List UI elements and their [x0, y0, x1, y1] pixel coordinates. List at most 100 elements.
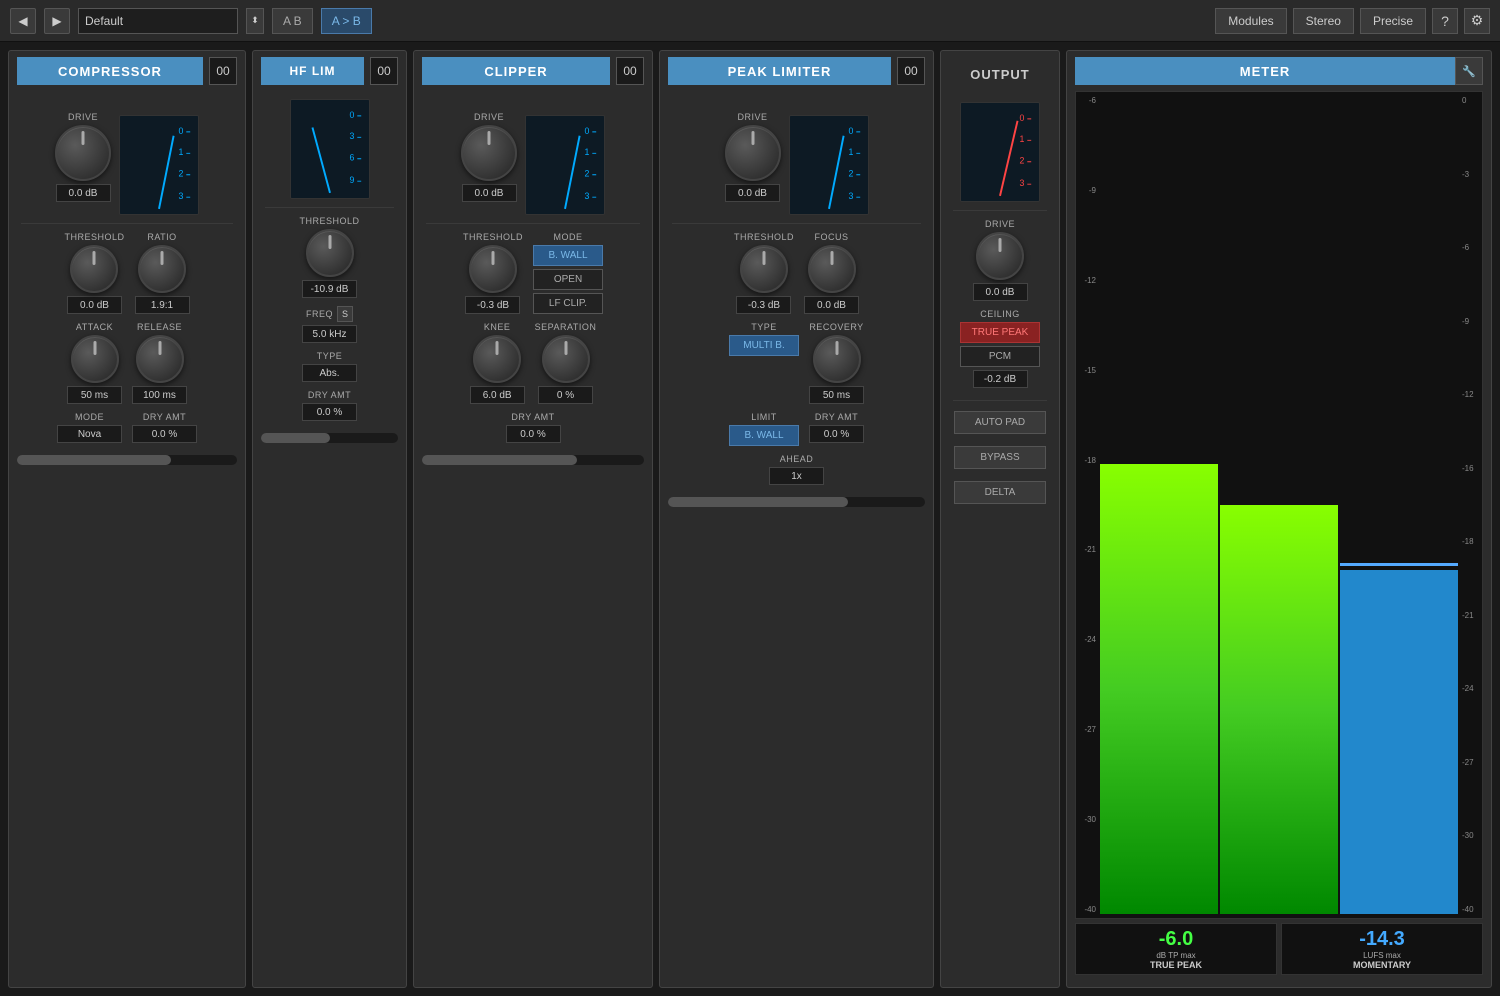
compressor-ratio-label: RATIO — [147, 232, 176, 242]
preset-input[interactable] — [78, 8, 238, 34]
compressor-title[interactable]: COMPRESSOR — [17, 57, 203, 85]
main-area: COMPRESSOR 00 DRIVE 0.0 dB 0 1 — [0, 42, 1500, 996]
precise-button[interactable]: Precise — [1360, 8, 1426, 34]
forward-button[interactable]: ▶ — [44, 8, 70, 34]
output-vu-display: 0 1 2 3 — [960, 102, 1040, 202]
compressor-drive-group: DRIVE 0.0 dB — [55, 112, 111, 202]
output-bypass-btn[interactable]: BYPASS — [954, 446, 1046, 469]
output-pcm-btn[interactable]: PCM — [960, 346, 1040, 367]
ab-button[interactable]: A B — [272, 8, 313, 34]
peaklimiter-multib-btn[interactable]: MULTI B. — [729, 335, 799, 356]
peaklimiter-title[interactable]: PEAK LIMITER — [668, 57, 891, 85]
clipper-bwall-btn[interactable]: B. WALL — [533, 245, 603, 266]
peaklimiter-num: 00 — [897, 57, 925, 85]
compressor-mode-label: MODE — [75, 412, 104, 422]
meter-truepeak-value: -6.0 — [1080, 928, 1272, 951]
peaklimiter-scrollbar[interactable] — [668, 497, 925, 507]
peaklimiter-type-label: TYPE — [751, 322, 777, 332]
svg-text:2: 2 — [178, 169, 183, 179]
meter-display: -6 -9 -12 -15 -18 -21 -24 -27 -30 -40 — [1075, 91, 1483, 919]
clipper-threshold-label: THRESHOLD — [463, 232, 523, 242]
clipper-sep-knob[interactable] — [542, 335, 590, 383]
clipper-title[interactable]: CLIPPER — [422, 57, 610, 85]
compressor-attack-knob[interactable] — [71, 335, 119, 383]
svg-text:2: 2 — [848, 169, 853, 179]
clipper-module: CLIPPER 00 DRIVE 0.0 dB 0 1 2 3 — [413, 50, 653, 988]
compressor-dryamt-group: DRY AMT 0.0 % — [132, 412, 197, 443]
hflim-dryamt-label: DRY AMT — [308, 390, 351, 400]
peaklimiter-threshold-value: -0.3 dB — [736, 296, 791, 314]
help-button[interactable]: ? — [1432, 8, 1458, 34]
svg-text:3: 3 — [584, 191, 589, 201]
output-ceiling-value: -0.2 dB — [973, 370, 1028, 388]
clipper-open-btn[interactable]: OPEN — [533, 269, 603, 290]
compressor-threshold-knob[interactable] — [70, 245, 118, 293]
preset-arrows[interactable]: ⬍ — [246, 8, 264, 34]
output-truepeak-btn[interactable]: TRUE PEAK — [960, 322, 1040, 343]
modules-button[interactable]: Modules — [1215, 8, 1286, 34]
svg-text:1: 1 — [178, 147, 183, 157]
settings-button[interactable]: ⚙ — [1464, 8, 1490, 34]
peaklimiter-vu-display: 0 1 2 3 — [789, 115, 869, 215]
clipper-dryamt-value: 0.0 % — [506, 425, 561, 443]
output-autopad-btn[interactable]: AUTO PAD — [954, 411, 1046, 434]
hflim-vu-display: 0 3 6 9 — [290, 99, 370, 199]
hflim-scrollbar[interactable] — [261, 433, 398, 443]
hflim-s-button[interactable]: S — [337, 306, 353, 322]
clipper-vu-display: 0 1 2 3 — [525, 115, 605, 215]
meter-wrench-btn[interactable]: 🔧 — [1455, 57, 1483, 85]
clipper-knee-group: KNEE 6.0 dB — [470, 322, 525, 404]
stereo-button[interactable]: Stereo — [1293, 8, 1354, 34]
peaklimiter-threshold-knob[interactable] — [740, 245, 788, 293]
output-ceiling-label: CEILING — [980, 309, 1020, 319]
peaklimiter-focus-value: 0.0 dB — [804, 296, 859, 314]
hflim-type-label: TYPE — [317, 351, 343, 361]
peaklimiter-type-group: TYPE MULTI B. — [729, 322, 799, 404]
clipper-knee-knob[interactable] — [473, 335, 521, 383]
meter-bar-1 — [1100, 464, 1218, 914]
svg-text:2: 2 — [1019, 156, 1024, 166]
peaklimiter-drive-section: DRIVE 0.0 dB 0 1 2 3 — [668, 99, 925, 215]
meter-lufs-label2: MOMENTARY — [1286, 960, 1478, 970]
meter-truepeak-box: -6.0 dB TP max TRUE PEAK — [1075, 923, 1277, 975]
hflim-body: 0 3 6 9 THRESHOLD — [253, 91, 406, 429]
peaklimiter-bwall-btn[interactable]: B. WALL — [729, 425, 799, 446]
compressor-release-knob[interactable] — [136, 335, 184, 383]
clipper-sep-value: 0 % — [538, 386, 593, 404]
peaklimiter-drive-knob[interactable] — [725, 125, 781, 181]
compressor-release-label: RELEASE — [137, 322, 182, 332]
top-right-controls: Modules Stereo Precise ? ⚙ — [1215, 8, 1490, 34]
hflim-threshold-knob[interactable] — [306, 229, 354, 277]
peaklimiter-limit-group: LIMIT B. WALL — [729, 412, 799, 446]
peaklimiter-focus-knob[interactable] — [808, 245, 856, 293]
clipper-header: CLIPPER 00 — [414, 51, 652, 91]
compressor-body: DRIVE 0.0 dB 0 1 2 3 — [9, 91, 245, 451]
peaklimiter-body: DRIVE 0.0 dB 0 1 2 3 — [660, 91, 933, 493]
compressor-drive-label: DRIVE — [68, 112, 98, 122]
compressor-scrollbar[interactable] — [17, 455, 237, 465]
clipper-knee-value: 6.0 dB — [470, 386, 525, 404]
clipper-sep-group: SEPARATION 0 % — [535, 322, 597, 404]
output-title: OUTPUT — [949, 57, 1051, 88]
clipper-threshold-knob[interactable] — [469, 245, 517, 293]
meter-title[interactable]: METER — [1075, 57, 1455, 85]
output-drive-knob[interactable] — [976, 232, 1024, 280]
output-delta-btn[interactable]: DELTA — [954, 481, 1046, 504]
compressor-threshold-label: THRESHOLD — [64, 232, 124, 242]
peaklimiter-ahead-label: AHEAD — [780, 454, 814, 464]
back-button[interactable]: ◀ — [10, 8, 36, 34]
ab-active-button[interactable]: A > B — [321, 8, 372, 34]
hflim-threshold-label: THRESHOLD — [299, 216, 359, 226]
clipper-sep-label: SEPARATION — [535, 322, 597, 332]
compressor-ratio-knob[interactable] — [138, 245, 186, 293]
clipper-lfclip-btn[interactable]: LF CLIP. — [533, 293, 603, 314]
clipper-drive-knob[interactable] — [461, 125, 517, 181]
peaklimiter-recovery-knob[interactable] — [813, 335, 861, 383]
clipper-scrollbar[interactable] — [422, 455, 644, 465]
peaklimiter-threshold-label: THRESHOLD — [734, 232, 794, 242]
hflim-title[interactable]: HF LIM — [261, 57, 364, 85]
compressor-drive-knob[interactable] — [55, 125, 111, 181]
hflim-freq-row: FREQ S — [306, 306, 353, 322]
compressor-ratio-group: RATIO 1.9:1 — [135, 232, 190, 314]
hflim-freq-value: 5.0 kHz — [302, 325, 357, 343]
